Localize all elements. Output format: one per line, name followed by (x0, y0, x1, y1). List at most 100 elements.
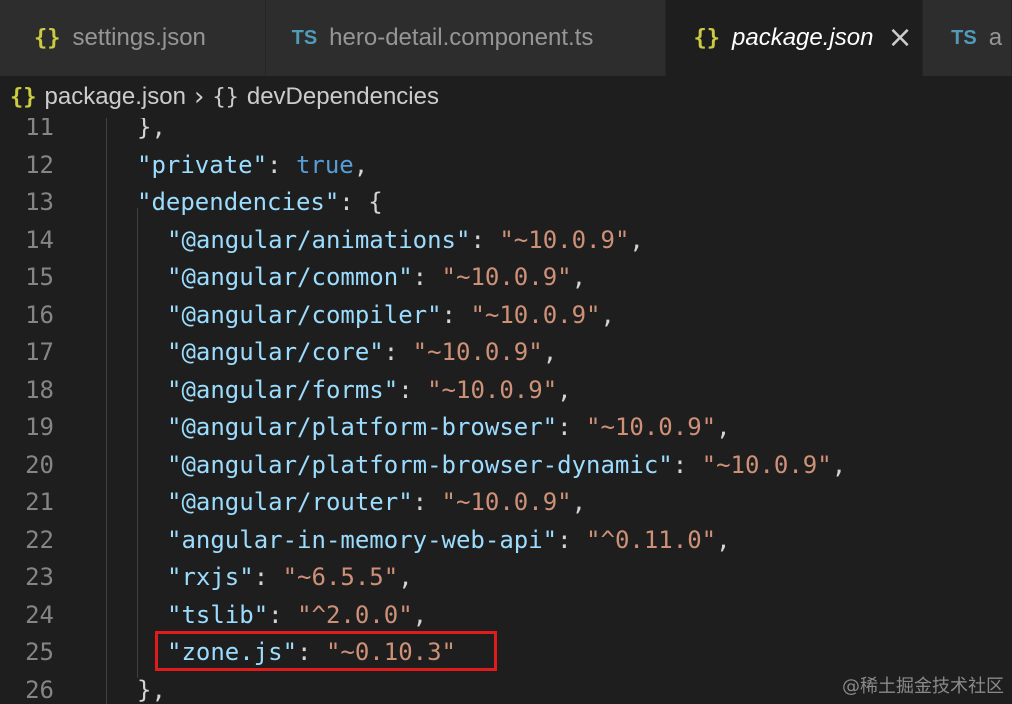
code-text: "@angular/forms": "~10.0.9", (167, 372, 572, 410)
code-line[interactable]: 14 "@angular/animations": "~10.0.9", (0, 222, 1012, 260)
line-number: 23 (25, 563, 54, 591)
code-token: "angular-in-memory-web-api" (167, 525, 558, 554)
code-token: "@angular/platform-browser-dynamic" (167, 450, 673, 479)
code-token: "~10.0.9" (441, 263, 572, 291)
code-token: , (398, 563, 413, 591)
code-token: , (629, 225, 644, 254)
code-token: }, (137, 118, 166, 141)
code-token: }, (137, 675, 166, 704)
code-token: , (542, 338, 558, 366)
json-file-icon: {} (693, 25, 721, 51)
breadcrumb-symbol[interactable]: devDependencies (247, 83, 439, 111)
line-number: 25 (25, 638, 54, 666)
code-line[interactable]: 15 "@angular/common": "~10.0.9", (0, 259, 1012, 297)
code-line[interactable]: 20 "@angular/platform-browser-dynamic": "… (0, 447, 1012, 485)
code-text: "private": true, (137, 147, 368, 185)
code-token: , (716, 525, 731, 554)
code-text: "angular-in-memory-web-api": "^0.11.0", (167, 522, 731, 560)
code-token: "@angular/router" (167, 488, 413, 516)
code-token: : (412, 488, 442, 516)
code-token: "private" (137, 150, 268, 179)
code-token: "^2.0.0" (297, 600, 413, 629)
object-symbol-icon: {} (212, 84, 239, 110)
code-text: "@angular/platform-browser": "~10.0.9", (167, 409, 731, 447)
code-token: : (470, 225, 500, 254)
close-icon[interactable]: × (887, 23, 912, 53)
code-line[interactable]: 22 "angular-in-memory-web-api": "^0.11.0"… (0, 522, 1012, 560)
code-line[interactable]: 13 "dependencies": { (0, 184, 1012, 222)
line-number: 22 (25, 525, 54, 554)
code-line[interactable]: 21 "@angular/router": "~10.0.9", (0, 484, 1012, 522)
line-number: 26 (25, 675, 54, 704)
code-token: "~10.0.9" (499, 225, 630, 254)
breadcrumb: {} package.json › {} devDependencies (0, 76, 1012, 118)
code-token: "@angular/core" (167, 338, 384, 366)
code-token: true (295, 150, 354, 179)
code-token: , (716, 413, 731, 441)
json-file-icon: {} (10, 84, 37, 110)
tab-overflow[interactable]: TS a (923, 0, 1012, 76)
code-token: : (253, 563, 283, 591)
code-token: , (557, 375, 572, 404)
code-token: : (672, 450, 702, 479)
code-line[interactable]: 25 "zone.js": "~0.10.3" (0, 634, 1012, 672)
code-text: }, (137, 118, 166, 147)
code-text: "@angular/animations": "~10.0.9", (167, 222, 644, 260)
code-token: , (353, 150, 369, 179)
line-number: 15 (25, 263, 54, 291)
code-token: , (571, 488, 587, 516)
code-token: : (412, 263, 442, 291)
code-token: "~6.5.5" (282, 563, 399, 591)
code-token: : (268, 600, 298, 629)
code-text: "rxjs": "~6.5.5", (167, 559, 413, 597)
breadcrumb-file[interactable]: package.json (45, 83, 186, 111)
line-number: 12 (25, 150, 54, 179)
code-token: "~10.0.9" (441, 488, 572, 516)
code-text: }, (137, 672, 166, 704)
code-line[interactable]: 24 "tslib": "^2.0.0", (0, 597, 1012, 635)
code-token: : (557, 525, 587, 554)
code-editor[interactable]: 11}, 12 "private": true, 13 "dependencies": … (0, 118, 1012, 704)
code-token: "tslib" (167, 600, 269, 629)
line-number: 17 (25, 338, 54, 366)
code-line[interactable]: 11}, (0, 118, 1012, 147)
code-line[interactable]: 16 "@angular/compiler": "~10.0.9", (0, 297, 1012, 335)
code-token: "@angular/compiler" (167, 300, 442, 329)
code-line[interactable]: 12 "private": true, (0, 147, 1012, 185)
typescript-file-icon: TS (951, 26, 977, 49)
tab-label: package.json (732, 24, 874, 51)
code-text: "@angular/router": "~10.0.9", (167, 484, 586, 522)
code-token: : (398, 375, 428, 404)
tab-label: a (988, 24, 1003, 51)
tab-package-json[interactable]: {} package.json × (665, 0, 924, 76)
tab-label: settings.json (72, 24, 206, 51)
code-line[interactable]: 19 "@angular/platform-browser": "~10.0.9"… (0, 409, 1012, 447)
tab-hero-detail-component-ts[interactable]: TS hero-detail.component.ts (265, 0, 666, 76)
json-file-icon: {} (34, 25, 61, 51)
code-text: "tslib": "^2.0.0", (167, 597, 427, 635)
line-number: 24 (25, 600, 54, 629)
code-line[interactable]: 18 "@angular/forms": "~10.0.9", (0, 372, 1012, 410)
code-token: , (412, 600, 428, 629)
tab-settings-json[interactable]: {} settings.json (0, 0, 266, 76)
code-line[interactable]: 23 "rxjs": "~6.5.5", (0, 559, 1012, 597)
code-token: "~10.0.9" (427, 375, 558, 404)
code-token: "dependencies" (137, 188, 340, 216)
code-text: "@angular/platform-browser-dynamic": "~1… (167, 447, 846, 485)
typescript-file-icon: TS (291, 26, 318, 49)
line-number: 13 (25, 188, 54, 216)
code-token: "@angular/forms" (167, 375, 399, 404)
tab-label: hero-detail.component.ts (329, 24, 594, 51)
code-token: : (267, 150, 296, 179)
code-text: "@angular/common": "~10.0.9", (167, 259, 586, 297)
line-number: 16 (25, 300, 54, 329)
line-number: 18 (25, 375, 54, 404)
code-token: , (600, 300, 615, 329)
code-token: "@angular/common" (167, 263, 413, 291)
code-line[interactable]: 17 "@angular/core": "~10.0.9", (0, 334, 1012, 372)
code-token: "@angular/platform-browser" (167, 413, 558, 441)
highlight-box (155, 631, 497, 671)
code-token: , (571, 263, 587, 291)
code-token: "~10.0.9" (412, 338, 543, 366)
code-token: : (441, 300, 471, 329)
